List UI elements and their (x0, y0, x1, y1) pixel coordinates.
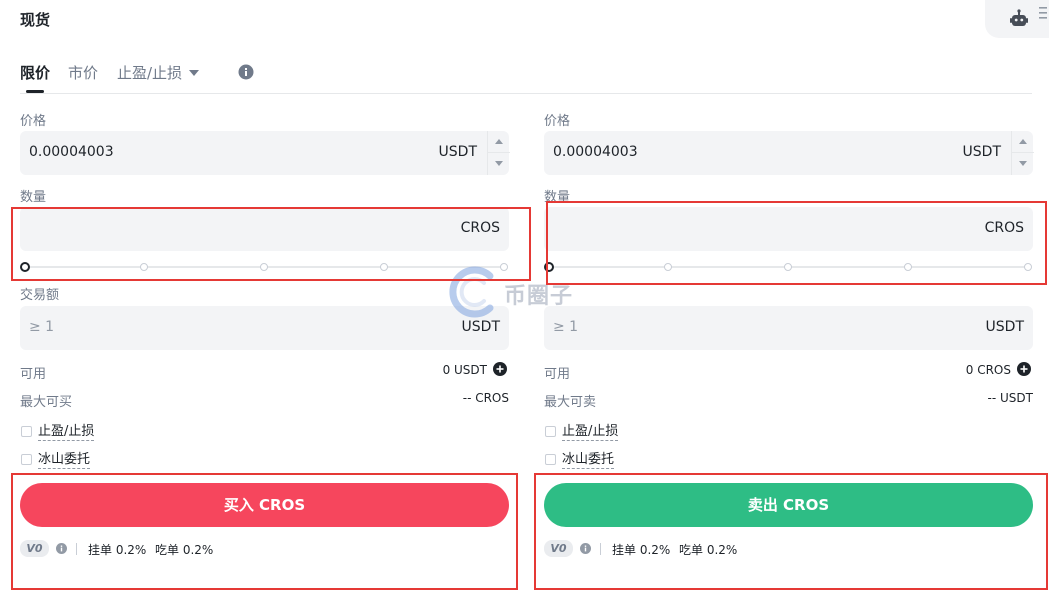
sell-price-stepper[interactable] (1011, 131, 1034, 175)
sell-price-label: 价格 (544, 114, 571, 129)
buy-price-label: 价格 (20, 114, 47, 129)
buy-total-placeholder: ≥ 1 (29, 319, 55, 335)
buy-fee-row: V0 挂单 0.2% 吃单 0.2% (20, 540, 320, 558)
stepper-up-icon[interactable] (495, 139, 503, 144)
slider-step-50[interactable] (260, 263, 268, 271)
buy-price-stepper[interactable] (487, 131, 510, 175)
maker-fee: 挂单 0.2% (88, 543, 147, 557)
stepper-down-icon[interactable] (1019, 161, 1027, 166)
buy-max-label: 最大可买 (20, 395, 73, 410)
buy-tpsl-checkbox[interactable]: 止盈/止损 (20, 424, 220, 442)
fee-tier-badge[interactable]: V0 (544, 540, 573, 557)
buy-total-label: 交易额 (20, 288, 60, 303)
watermark-c-icon (449, 266, 494, 318)
buy-amount-label: 数量 (20, 190, 47, 205)
sell-amount-input[interactable]: CROS (544, 207, 1033, 251)
divider (76, 543, 77, 555)
stepper-up-icon[interactable] (1019, 139, 1027, 144)
sell-price-value: 0.00004003 (553, 144, 638, 160)
slider-step-25[interactable] (664, 263, 672, 271)
watermark-logo: 币圈子 (446, 266, 606, 318)
menu-icon[interactable] (1039, 6, 1047, 20)
checkbox-box[interactable] (545, 454, 556, 465)
buy-total-unit: USDT (461, 319, 500, 335)
slider-step-75[interactable] (380, 263, 388, 271)
buy-available-label: 可用 (20, 367, 47, 382)
plus-circle-icon[interactable] (1017, 362, 1031, 376)
taker-fee: 吃单 0.2% (679, 543, 738, 557)
slider-step-50[interactable] (784, 263, 792, 271)
sell-button[interactable]: 卖出 CROS (544, 483, 1033, 527)
sell-max-label: 最大可卖 (544, 395, 597, 410)
buy-amount-unit: CROS (460, 220, 500, 236)
sell-iceberg-label: 冰山委托 (562, 452, 615, 469)
buy-price-unit: USDT (438, 144, 477, 160)
slider-step-100[interactable] (1024, 263, 1032, 271)
stepper-divider (488, 152, 510, 153)
buy-amount-input[interactable]: CROS (20, 207, 509, 251)
sell-percent-slider[interactable] (544, 261, 1033, 273)
fee-tier-badge[interactable]: V0 (20, 540, 49, 557)
sell-panel: 价格 0.00004003 USDT 数量 CROS ≥ 1 USDT 可用 0… (544, 0, 1034, 593)
sell-total-placeholder: ≥ 1 (553, 319, 579, 335)
sell-total-input[interactable]: ≥ 1 USDT (544, 306, 1033, 350)
buy-percent-slider[interactable] (20, 261, 509, 273)
taker-fee: 吃单 0.2% (155, 543, 214, 557)
buy-available-value: 0 USDT (442, 363, 487, 377)
slider-step-25[interactable] (140, 263, 148, 271)
checkbox-box[interactable] (21, 426, 32, 437)
sell-amount-label: 数量 (544, 190, 571, 205)
checkbox-box[interactable] (545, 426, 556, 437)
buy-price-input[interactable]: 0.00004003 USDT (20, 131, 510, 175)
watermark-text: 币圈子 (504, 284, 574, 309)
buy-price-value: 0.00004003 (29, 144, 114, 160)
sell-tpsl-checkbox[interactable]: 止盈/止损 (544, 424, 744, 442)
buy-iceberg-label: 冰山委托 (38, 452, 91, 469)
stepper-divider (1012, 152, 1034, 153)
sell-total-unit: USDT (985, 319, 1024, 335)
checkbox-box[interactable] (21, 454, 32, 465)
sell-max-value: -- USDT (987, 391, 1033, 405)
slider-step-75[interactable] (904, 263, 912, 271)
sell-price-unit: USDT (962, 144, 1001, 160)
slider-handle[interactable] (20, 262, 30, 272)
sell-available-label: 可用 (544, 367, 571, 382)
buy-button[interactable]: 买入 CROS (20, 483, 509, 527)
info-icon[interactable] (580, 543, 591, 554)
maker-fee: 挂单 0.2% (612, 543, 671, 557)
info-icon[interactable] (56, 543, 67, 554)
stepper-down-icon[interactable] (495, 161, 503, 166)
sell-fee-row: V0 挂单 0.2% 吃单 0.2% (544, 540, 844, 558)
sell-tpsl-label: 止盈/止损 (562, 424, 619, 441)
buy-panel: 价格 0.00004003 USDT 数量 CROS 交易额 ≥ 1 USDT … (20, 0, 510, 593)
sell-available-value: 0 CROS (965, 363, 1011, 377)
buy-iceberg-checkbox[interactable]: 冰山委托 (20, 452, 220, 470)
sell-iceberg-checkbox[interactable]: 冰山委托 (544, 452, 744, 470)
buy-total-input[interactable]: ≥ 1 USDT (20, 306, 509, 350)
buy-tpsl-label: 止盈/止损 (38, 424, 95, 441)
buy-max-value: -- CROS (462, 391, 509, 405)
plus-circle-icon[interactable] (493, 362, 507, 376)
sell-price-input[interactable]: 0.00004003 USDT (544, 131, 1034, 175)
divider (600, 543, 601, 555)
sell-amount-unit: CROS (984, 220, 1024, 236)
